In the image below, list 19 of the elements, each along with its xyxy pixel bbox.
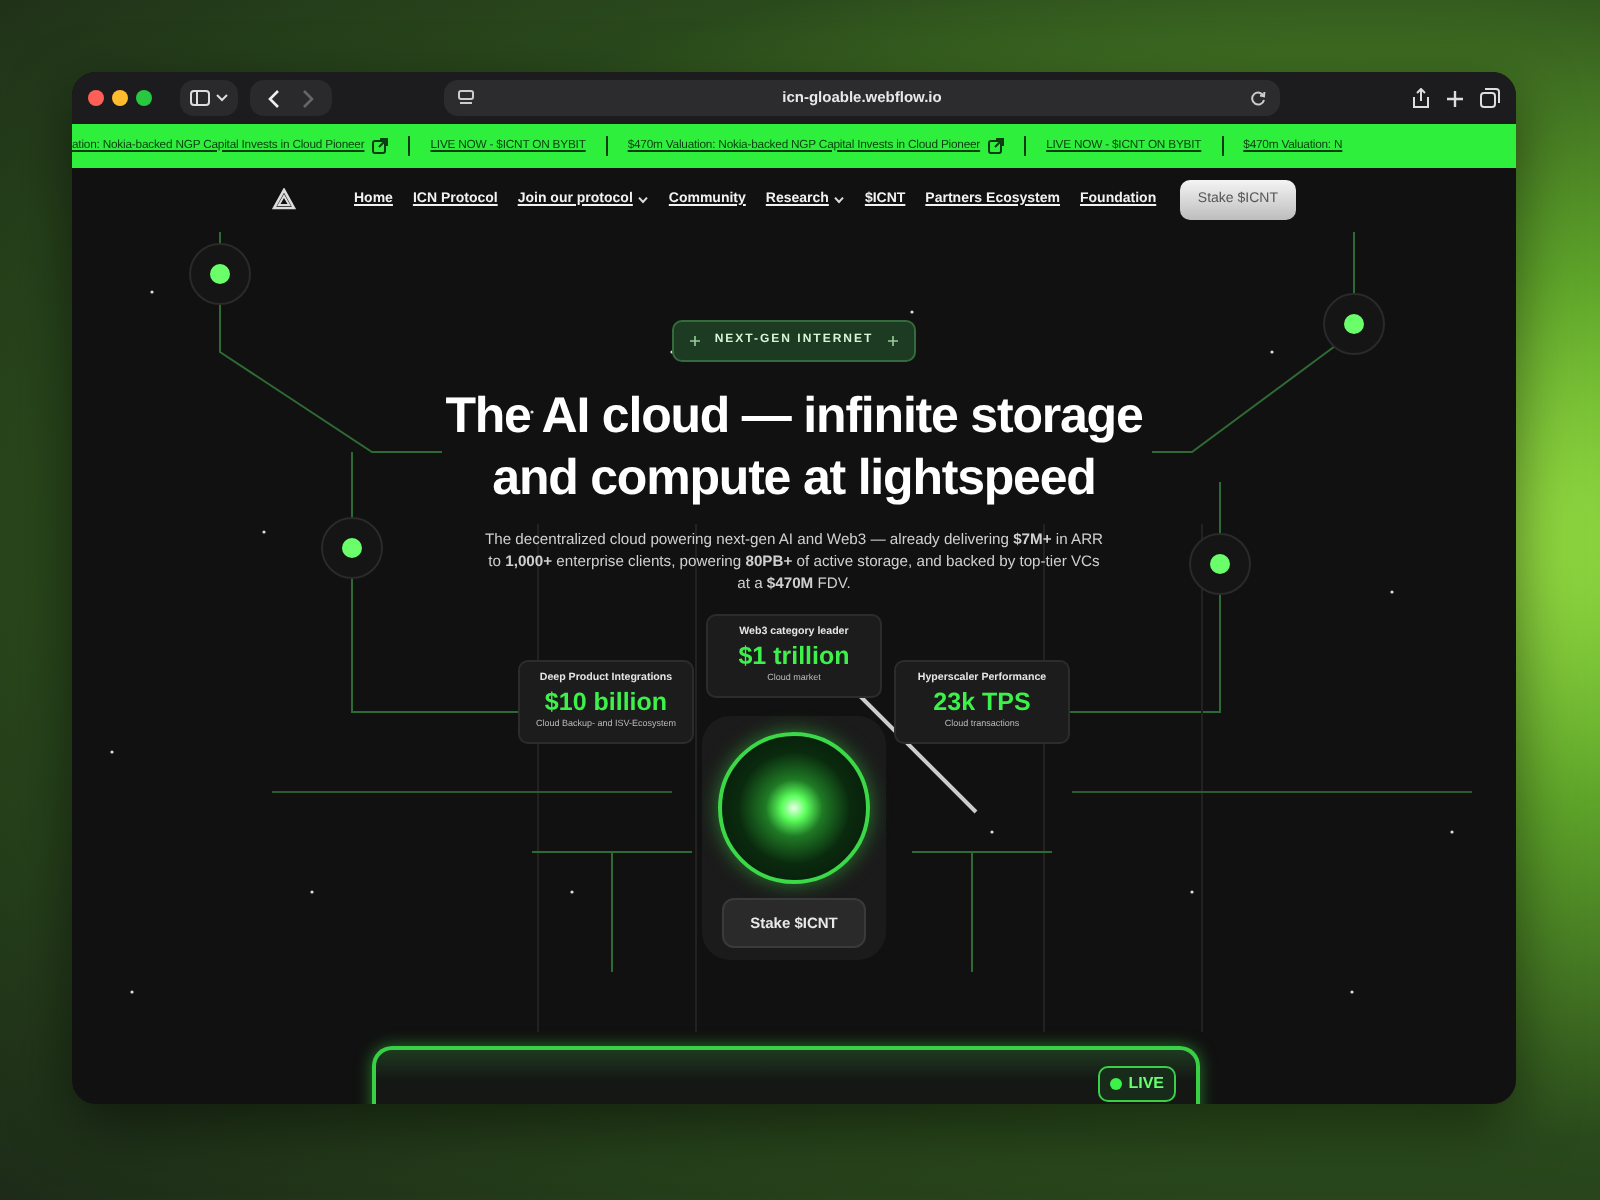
live-text: LIVE <box>1128 1072 1164 1096</box>
sidebar-icon <box>190 90 210 106</box>
tabs-icon[interactable] <box>1480 88 1500 108</box>
share-icon[interactable] <box>1412 88 1430 108</box>
sparkle-icon <box>690 336 701 346</box>
reload-icon[interactable] <box>1249 90 1266 106</box>
caret-icon <box>216 94 228 102</box>
page-icon <box>458 90 474 106</box>
sidebar-toggle-button[interactable] <box>180 80 238 116</box>
stat-value: $10 billion <box>542 687 670 718</box>
hero-title: The AI cloud — infinite storage and compute at lightspeed <box>445 386 1143 510</box>
live-dot-icon <box>1110 1078 1123 1090</box>
stat-value: $1 trillion <box>736 641 852 672</box>
sparkle-icon <box>887 336 898 346</box>
back-icon[interactable] <box>268 89 280 107</box>
stat-value: 23k TPS <box>931 687 1033 718</box>
plus-icon[interactable] <box>1446 89 1464 107</box>
glowing-orb-icon <box>718 731 870 884</box>
logo-icon[interactable] <box>272 188 296 212</box>
